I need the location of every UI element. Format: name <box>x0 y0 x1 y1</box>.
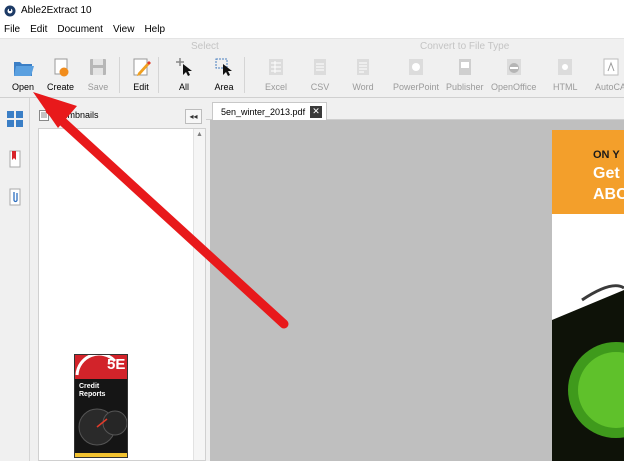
folder-open-icon <box>14 62 35 76</box>
banner-line-3: ABC <box>593 186 624 203</box>
thumbnails-header: Thumbnails ◂◂ <box>30 98 206 128</box>
open-label: Open <box>12 82 35 92</box>
thumbnail-brand-text: 5E <box>107 356 126 373</box>
create-label: Create <box>47 82 75 92</box>
page-thumbnail-1[interactable]: 5E Credit Reports <box>74 354 128 458</box>
convert-autocad-button[interactable]: AutoCA <box>595 56 624 96</box>
main-toolbar: Select Convert to File Type Open Create … <box>0 39 624 98</box>
save-button[interactable]: Save <box>87 56 109 96</box>
banner-line-2: Get <box>593 165 620 182</box>
select-all-cursor-icon <box>176 58 192 76</box>
edit-label: Edit <box>133 82 149 92</box>
excel-icon <box>269 59 283 75</box>
convert-html-button[interactable]: HTML <box>553 56 578 96</box>
edit-pencil-icon <box>133 58 151 76</box>
csv-icon <box>314 59 326 75</box>
thumbnail-title-text: Credit Reports <box>79 383 106 398</box>
menu-file[interactable]: File <box>0 24 25 35</box>
document-tabs: 5en_winter_2013.pdf ✕ <box>206 98 624 120</box>
attachments-button[interactable] <box>4 186 26 208</box>
autocad-icon <box>603 58 619 76</box>
thumbnails-list[interactable]: ▲ 5E Credit Reports <box>38 128 206 461</box>
open-button[interactable]: Open <box>12 56 34 96</box>
thumbnails-title: Thumbnails <box>52 110 99 120</box>
toolbar-separator <box>244 57 245 93</box>
create-pdf-icon <box>54 58 68 77</box>
thumbnails-view-button[interactable] <box>4 108 26 130</box>
traffic-light-image <box>552 284 624 461</box>
toolbar-separator <box>158 57 159 93</box>
thumbnails-panel: Thumbnails ◂◂ ▲ 5E Credit Reports <box>30 98 206 461</box>
select-area-cursor-icon <box>215 58 232 76</box>
save-label: Save <box>87 82 109 92</box>
select-group-label: Select <box>191 41 219 52</box>
banner-line-1: ON Y <box>593 149 620 161</box>
collapse-panel-button[interactable]: ◂◂ <box>185 109 202 124</box>
all-label: All <box>178 82 189 92</box>
bookmarks-button[interactable] <box>4 148 26 170</box>
create-button[interactable]: Create <box>47 56 74 96</box>
convert-csv-button[interactable]: CSV <box>309 56 331 96</box>
bookmark-icon <box>9 150 21 168</box>
area-label: Area <box>214 82 234 92</box>
openoffice-icon <box>506 59 521 75</box>
convert-powerpoint-button[interactable]: PowerPoint <box>393 56 439 96</box>
menu-document[interactable]: Document <box>52 24 108 35</box>
document-tab[interactable]: 5en_winter_2013.pdf ✕ <box>212 102 328 120</box>
convert-group-label: Convert to File Type <box>420 41 510 52</box>
title-bar: Able2Extract 10 <box>0 0 624 21</box>
document-viewer[interactable]: ON Y Get ABC <box>210 120 624 461</box>
thumbnails-grid-icon <box>7 111 23 127</box>
paperclip-icon <box>9 188 21 206</box>
csv-label: CSV <box>310 82 330 92</box>
powerpoint-icon <box>409 59 424 75</box>
edit-button[interactable]: Edit <box>130 56 152 96</box>
excel-label: Excel <box>265 82 288 92</box>
publisher-label: Publisher <box>446 82 484 92</box>
html-label: HTML <box>553 82 578 92</box>
menu-help[interactable]: Help <box>139 24 170 35</box>
document-tab-label: 5en_winter_2013.pdf <box>221 106 306 117</box>
menu-edit[interactable]: Edit <box>25 24 52 35</box>
scroll-up-arrow-icon[interactable]: ▲ <box>196 131 203 138</box>
menu-bar: File Edit Document View Help <box>0 21 624 39</box>
pdf-page[interactable]: ON Y Get ABC <box>552 130 624 461</box>
convert-publisher-button[interactable]: Publisher <box>446 56 484 96</box>
side-tool-strip <box>0 98 30 461</box>
page-icon <box>39 110 49 121</box>
toolbar-separator <box>119 57 120 93</box>
convert-excel-button[interactable]: Excel <box>265 56 287 96</box>
convert-openoffice-button[interactable]: OpenOffice <box>491 56 536 96</box>
powerpoint-label: PowerPoint <box>393 82 440 92</box>
thumbnails-scrollbar[interactable]: ▲ <box>193 129 205 460</box>
window-title: Able2Extract 10 <box>21 5 92 16</box>
select-all-button[interactable]: All <box>173 56 195 96</box>
app-logo-icon <box>4 5 16 16</box>
publisher-icon <box>458 59 471 75</box>
select-area-button[interactable]: Area <box>213 56 235 96</box>
word-icon <box>357 59 369 75</box>
menu-view[interactable]: View <box>108 24 140 35</box>
autocad-label: AutoCA <box>595 82 624 92</box>
openoffice-label: OpenOffice <box>491 82 537 92</box>
close-tab-icon[interactable]: ✕ <box>310 105 323 118</box>
save-icon <box>90 59 106 75</box>
word-label: Word <box>352 82 374 92</box>
convert-word-button[interactable]: Word <box>352 56 374 96</box>
html-icon <box>558 59 573 75</box>
